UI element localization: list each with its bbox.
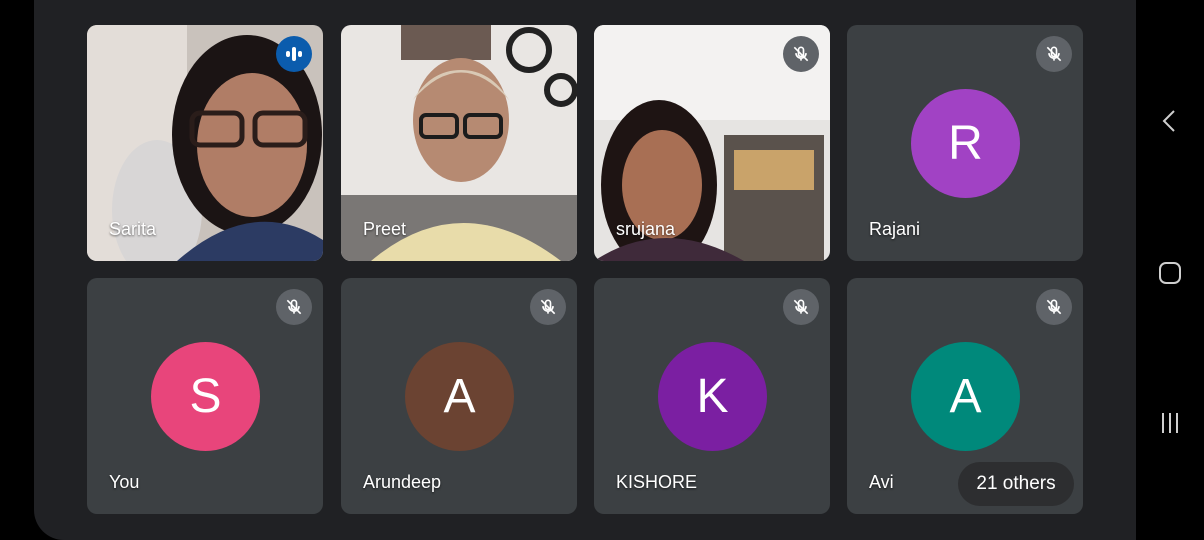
participant-name: Arundeep	[363, 472, 442, 492]
participant-tile-kishore[interactable]: K KISHORE	[594, 278, 830, 514]
participant-tile-preet[interactable]: Preet	[341, 25, 577, 261]
mic-off-icon	[276, 289, 312, 325]
mic-off-icon	[783, 289, 819, 325]
participant-tile-srujana[interactable]: srujana	[594, 25, 830, 261]
recents-bars-icon[interactable]	[1150, 403, 1190, 443]
participant-tile-arundeep[interactable]: A Arundeep	[341, 278, 577, 514]
avatar: R	[911, 89, 1020, 198]
audio-level-icon	[276, 36, 312, 72]
participant-tile-you[interactable]: S You	[87, 278, 323, 514]
avatar: K	[658, 342, 767, 451]
participant-tile-rajani[interactable]: R Rajani	[847, 25, 1083, 261]
avatar-initial: A	[443, 370, 476, 423]
avatar: A	[911, 342, 1020, 451]
participant-name: srujana	[616, 219, 676, 239]
mic-off-icon	[1036, 36, 1072, 72]
avatar: A	[405, 342, 514, 451]
avatar-initial: A	[949, 370, 982, 423]
mic-off-icon	[783, 36, 819, 72]
meeting-grid: Sarita Preet srujana R Rajani S You A Ar…	[34, 0, 1136, 540]
mic-off-icon	[530, 289, 566, 325]
mic-off-icon	[1036, 289, 1072, 325]
avatar-initial: R	[948, 117, 983, 170]
participant-tile-sarita[interactable]: Sarita	[87, 25, 323, 261]
participant-name: Avi	[869, 472, 894, 492]
participant-name: Sarita	[109, 219, 157, 239]
home-square-icon[interactable]	[1150, 253, 1190, 293]
avatar-initial: S	[189, 370, 222, 423]
avatar-initial: K	[696, 370, 729, 423]
participant-name: KISHORE	[616, 472, 698, 492]
participant-name: You	[109, 472, 140, 492]
system-nav-bar	[1136, 0, 1204, 540]
avatar: S	[151, 342, 260, 451]
participant-name: Preet	[363, 219, 407, 239]
others-count-button[interactable]: 21 others	[958, 462, 1074, 506]
chevron-left-icon[interactable]	[1150, 101, 1190, 141]
participant-name: Rajani	[869, 219, 921, 239]
